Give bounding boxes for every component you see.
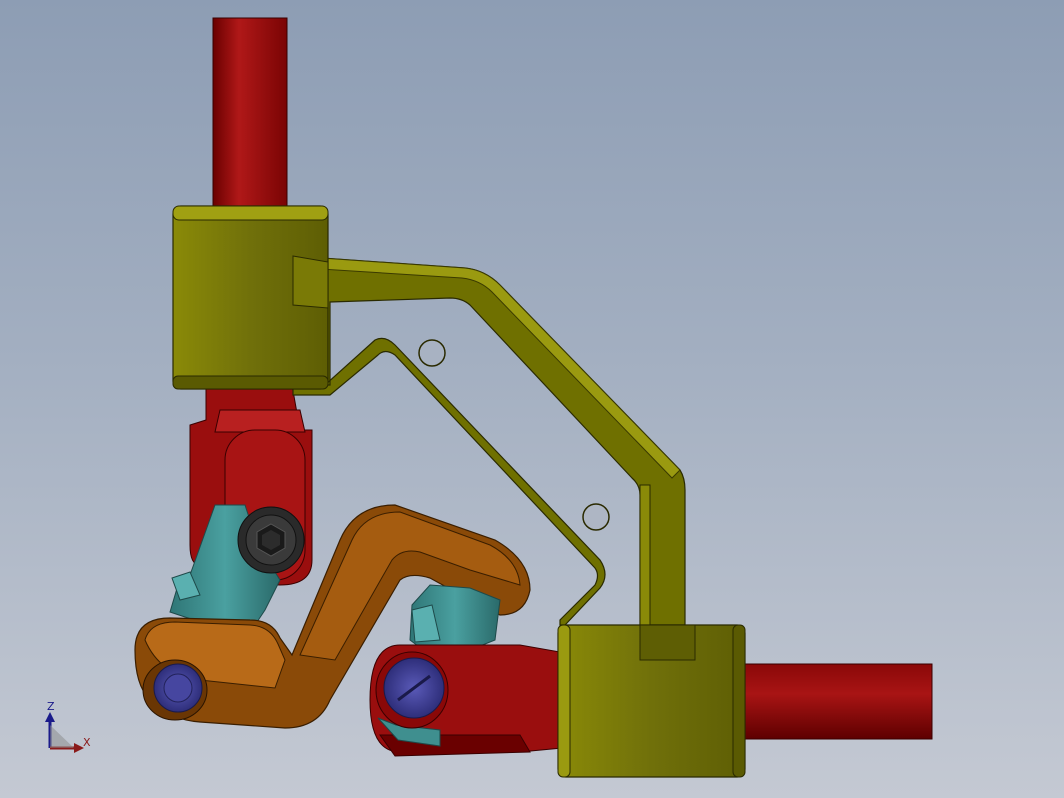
axis-x-label: X	[83, 736, 91, 749]
hex-socket-screw-icon	[237, 506, 305, 574]
3d-viewport[interactable]: Z X	[0, 0, 1064, 798]
lower-bearing-block[interactable]	[557, 624, 746, 778]
bracket-hole-upper	[418, 339, 446, 367]
left-cross-pin	[153, 663, 203, 713]
lower-cross-pin	[375, 651, 449, 729]
axis-triad: Z X	[45, 700, 91, 753]
vertical-input-shaft[interactable]	[212, 17, 288, 219]
horizontal-output-shaft[interactable]	[734, 663, 933, 740]
axis-z-label: Z	[47, 700, 55, 713]
bracket-hole-lower	[582, 503, 610, 531]
upper-bearing-block[interactable]	[172, 205, 329, 390]
